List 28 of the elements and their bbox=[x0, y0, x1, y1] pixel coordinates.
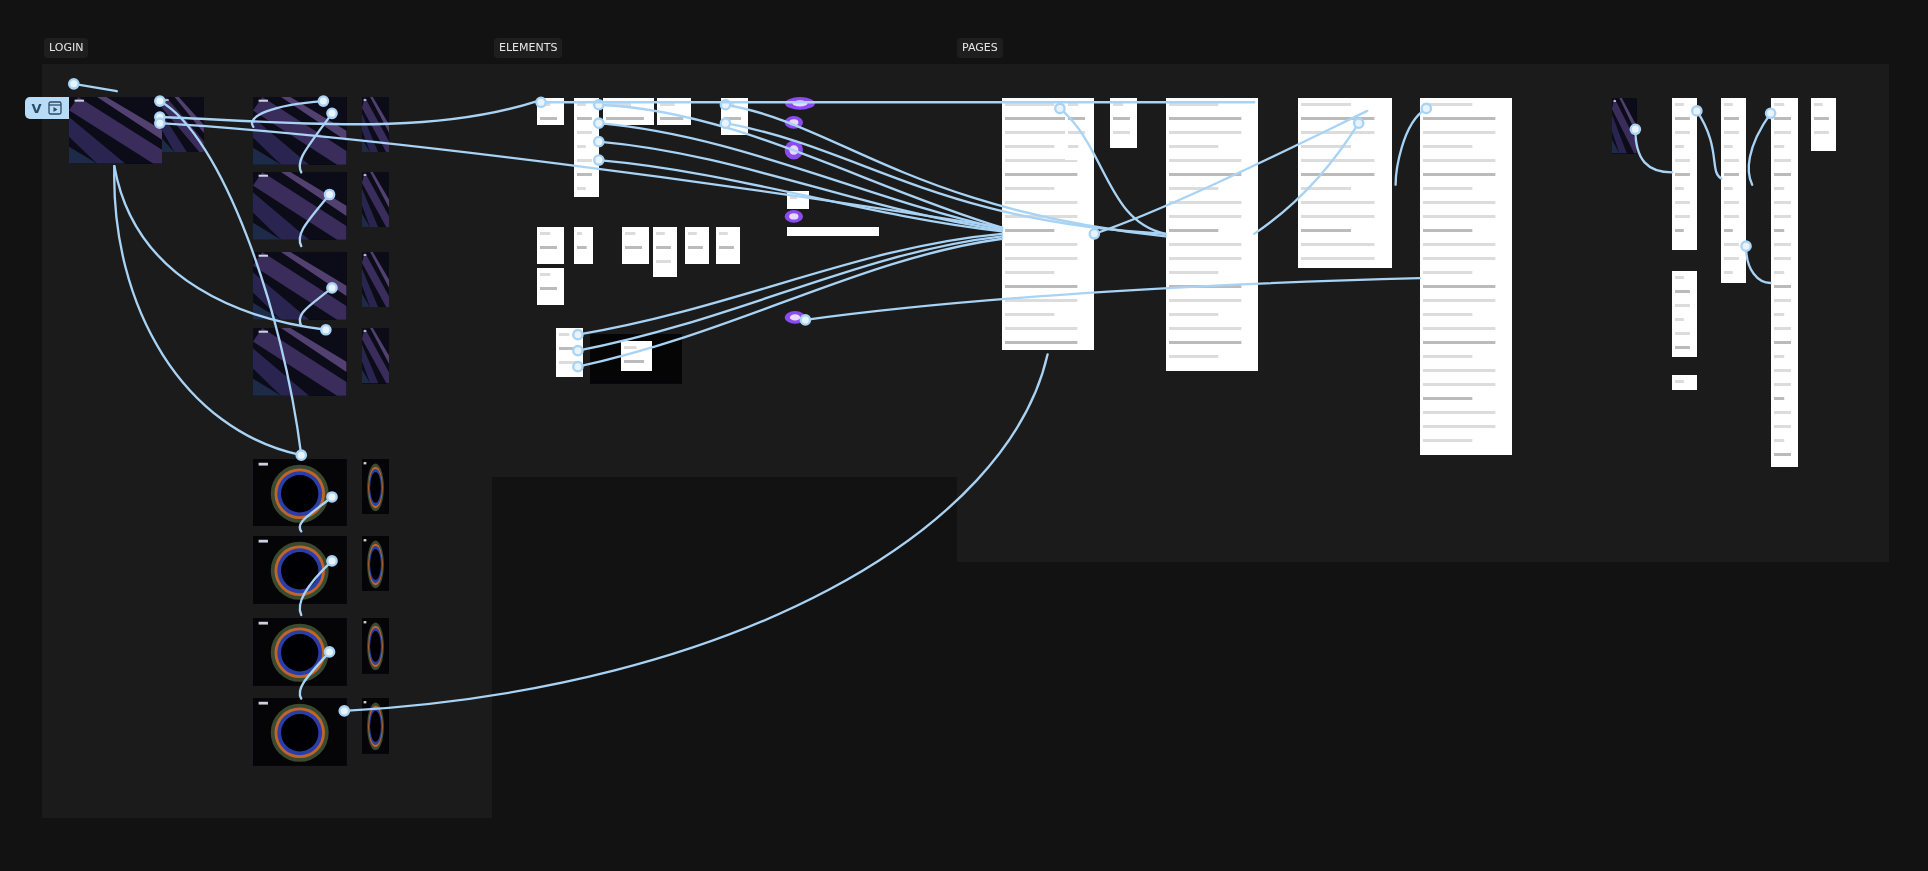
frame-thumbnail bbox=[784, 209, 805, 224]
frame-thumbnail bbox=[537, 227, 565, 265]
section-label: PAGES bbox=[957, 38, 1003, 58]
frame-thumbnail bbox=[715, 227, 741, 265]
connector-line bbox=[67, 78, 118, 93]
frame-thumbnail bbox=[574, 227, 593, 265]
frame-thumbnail bbox=[361, 536, 389, 592]
frame-thumbnail bbox=[784, 95, 817, 111]
frame-thumbnail bbox=[361, 618, 389, 674]
frame-thumbnail bbox=[1811, 98, 1836, 152]
frame-thumbnail bbox=[622, 227, 650, 265]
flow-start-badge[interactable]: V bbox=[24, 97, 69, 120]
frame-thumbnail bbox=[1110, 98, 1138, 148]
frame-thumbnail bbox=[361, 252, 389, 308]
frame-thumbnail bbox=[1672, 375, 1697, 390]
play-icon bbox=[47, 101, 62, 116]
frame-thumbnail bbox=[784, 138, 805, 162]
frame-thumbnail bbox=[652, 227, 678, 277]
frame-thumbnail bbox=[361, 172, 389, 228]
frame-thumbnail bbox=[537, 268, 565, 305]
connector-line bbox=[1740, 240, 1772, 285]
section-label: LOGIN bbox=[44, 38, 89, 58]
connector-line bbox=[298, 646, 336, 700]
section-label: ELEMENTS bbox=[494, 38, 563, 58]
frame-thumbnail bbox=[684, 227, 710, 265]
frame-thumbnail bbox=[361, 328, 389, 384]
connector-line bbox=[1629, 123, 1674, 174]
frame-thumbnail bbox=[784, 114, 805, 130]
